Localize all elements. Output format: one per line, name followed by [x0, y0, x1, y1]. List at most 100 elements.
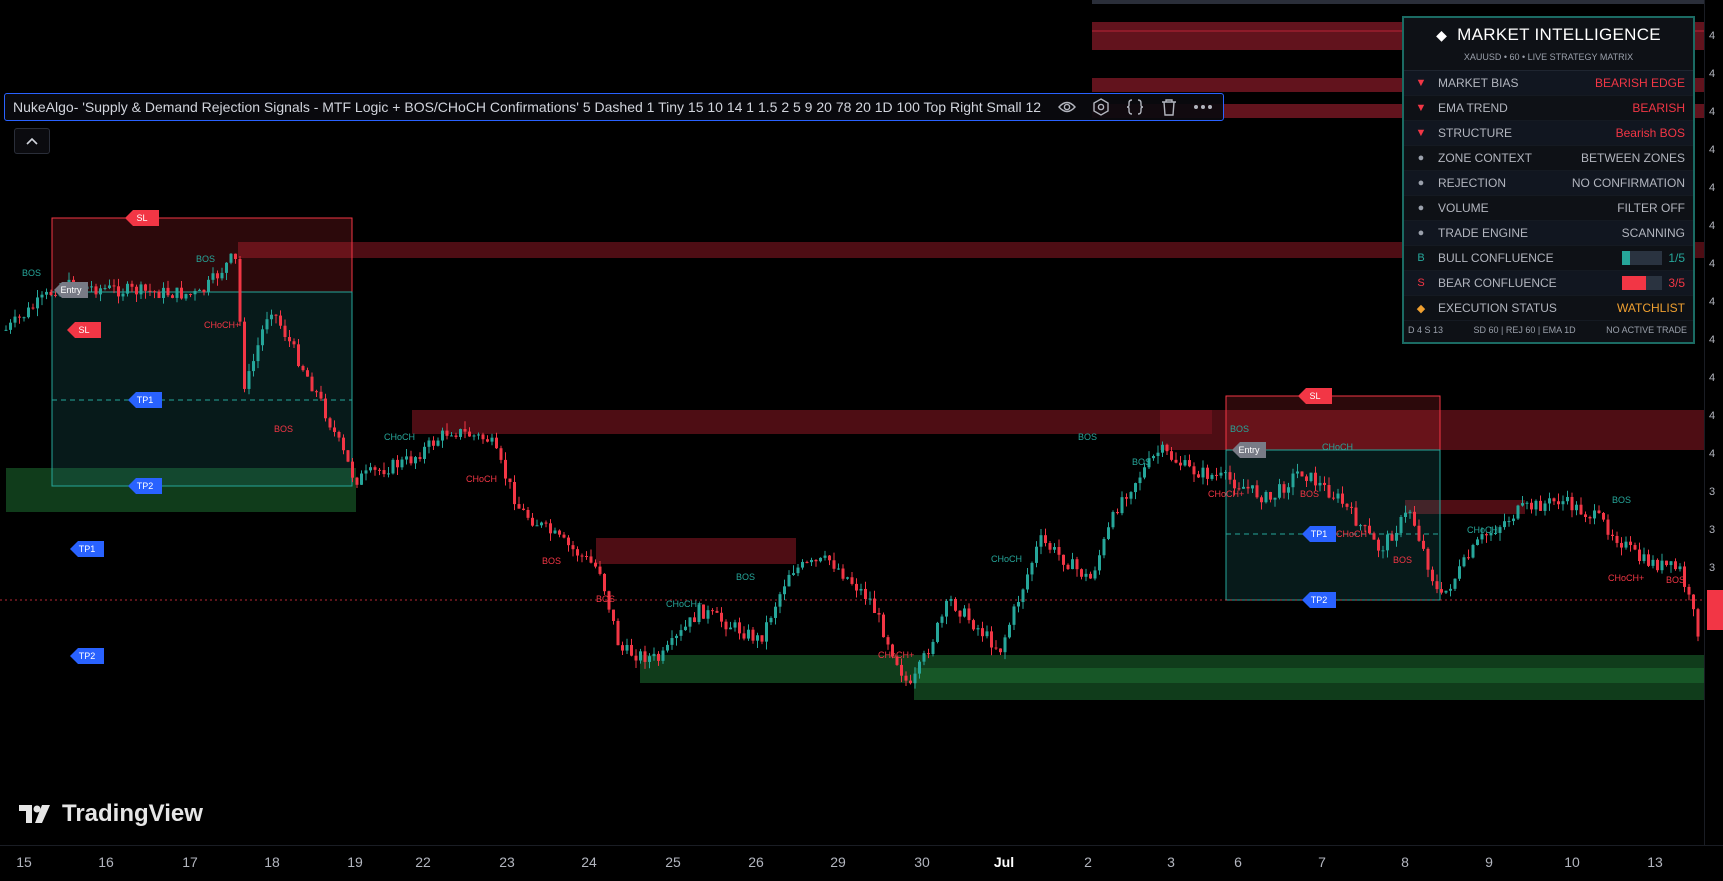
candle-body [1188, 460, 1191, 467]
candle-body [1377, 539, 1380, 551]
candle-body [1305, 476, 1308, 481]
candle-body [985, 631, 989, 637]
time-axis[interactable]: 15 16 17 18 19 22 23 24 25 26 29 30 Jul 2 3 6 7 8 9 10 13 [0, 845, 1723, 881]
candle-body [13, 316, 17, 323]
candle-body [1323, 482, 1326, 486]
time-tick: 26 [748, 854, 764, 870]
candle-body [652, 653, 656, 657]
candle-body [189, 294, 192, 296]
price-scale-mark: 4 [1709, 258, 1716, 270]
row-marker: ● [1417, 202, 1425, 214]
candle-body [850, 577, 854, 584]
candle-body [1638, 549, 1641, 562]
candle-body [1606, 519, 1610, 535]
candle-body [490, 437, 494, 442]
candle-body [1444, 590, 1448, 593]
panel-rows: ▼ MARKET BIAS BEARISH EDGE ▼ EMA TREND BEARIS… [1404, 70, 1693, 321]
candle-body [927, 653, 930, 655]
candle-body [1197, 474, 1200, 478]
price-scale-mark: 4 [1709, 372, 1716, 384]
candle-body [1089, 573, 1092, 579]
time-tick: 25 [665, 854, 681, 870]
price-scale[interactable]: 4444444444443333 [1704, 0, 1723, 845]
candle-body [1314, 472, 1317, 486]
bos-label: BOS [1132, 457, 1151, 467]
candle-body [711, 610, 714, 612]
candle-body [418, 457, 422, 459]
candle-body [265, 319, 269, 330]
candle-body [1372, 533, 1376, 540]
collapse-legend-button[interactable] [14, 128, 50, 154]
indicator-legend[interactable]: NukeAlgo- 'Supply & Demand Rejection Sig… [4, 93, 1225, 121]
candle-body [1021, 589, 1025, 603]
candle-body [504, 459, 507, 479]
bos-label: BOS [1612, 495, 1631, 505]
candle-body [1413, 511, 1416, 526]
choch-plus-label: CHoCH+ [666, 599, 702, 609]
candle-body [594, 562, 597, 567]
candle-body [1525, 502, 1529, 504]
tp1-flag-text: TP1 [137, 395, 154, 405]
tp1-flag: TP1 [70, 541, 104, 557]
time-tick: 17 [182, 854, 198, 870]
indicator-actions [1055, 96, 1215, 118]
candle-body [1543, 503, 1547, 511]
panel-row: ▼ MARKET BIAS BEARISH EDGE [1404, 71, 1693, 96]
choch-label: CHoCH [466, 474, 497, 484]
footer-mid: SD 60 | REJ 60 | EMA 1D [1473, 325, 1576, 335]
source-code-icon[interactable] [1123, 96, 1147, 118]
candle-body [1174, 459, 1178, 463]
row-label: ZONE CONTEXT [1438, 151, 1533, 165]
time-tick: 29 [830, 854, 846, 870]
candle-body [1116, 512, 1119, 514]
candle-body [679, 630, 683, 636]
candle-body [202, 289, 206, 293]
eye-icon[interactable] [1055, 96, 1079, 118]
candle-body [445, 430, 449, 436]
candle-body [1143, 467, 1146, 478]
candle-body [922, 653, 926, 662]
panel-row: ● TRADE ENGINE SCANNING [1404, 221, 1693, 246]
candle-body [463, 429, 467, 432]
candle-body [436, 440, 440, 446]
candle-body [508, 478, 512, 483]
row-value-text: Bearish BOS [1615, 126, 1685, 140]
candle-body [1206, 467, 1209, 479]
bos-label: BOS [22, 268, 41, 278]
time-tick: 8 [1401, 854, 1409, 870]
candle-body [1575, 504, 1578, 511]
candle-body [346, 450, 350, 462]
candle-body [1107, 527, 1110, 539]
candle-body [900, 664, 903, 676]
candle-body [1453, 578, 1457, 589]
row-value: WATCHLIST [1617, 301, 1693, 315]
candle-body [1521, 503, 1524, 506]
candle-body [360, 473, 363, 485]
time-tick: 10 [1564, 854, 1580, 870]
candle-body [1300, 471, 1304, 477]
candle-body [846, 577, 849, 579]
more-icon[interactable] [1191, 96, 1215, 118]
row-label: MARKET BIAS [1438, 76, 1519, 90]
candle-body [1674, 561, 1677, 570]
row-value-text: BEARISH [1632, 101, 1685, 115]
candle-body [1363, 525, 1367, 527]
trash-icon[interactable] [1157, 96, 1181, 118]
footer-left: D 4 S 13 [1408, 325, 1444, 335]
candle-body [549, 523, 552, 534]
candle-body [1098, 555, 1101, 571]
candle-body [918, 661, 921, 674]
candle-body [103, 288, 107, 290]
settings-icon[interactable] [1089, 96, 1113, 118]
candle-body [778, 594, 782, 607]
candle-body [1120, 497, 1124, 514]
panel-row: ● VOLUME FILTER OFF [1404, 196, 1693, 221]
candle-body [1332, 497, 1335, 499]
candle-body [999, 648, 1002, 653]
time-tick: 18 [264, 854, 280, 870]
candle-body [828, 555, 831, 561]
candle-body [1359, 525, 1362, 527]
row-value: 3/5 [1622, 276, 1693, 291]
time-tick: 13 [1647, 854, 1663, 870]
chart-edge [1092, 0, 1704, 4]
